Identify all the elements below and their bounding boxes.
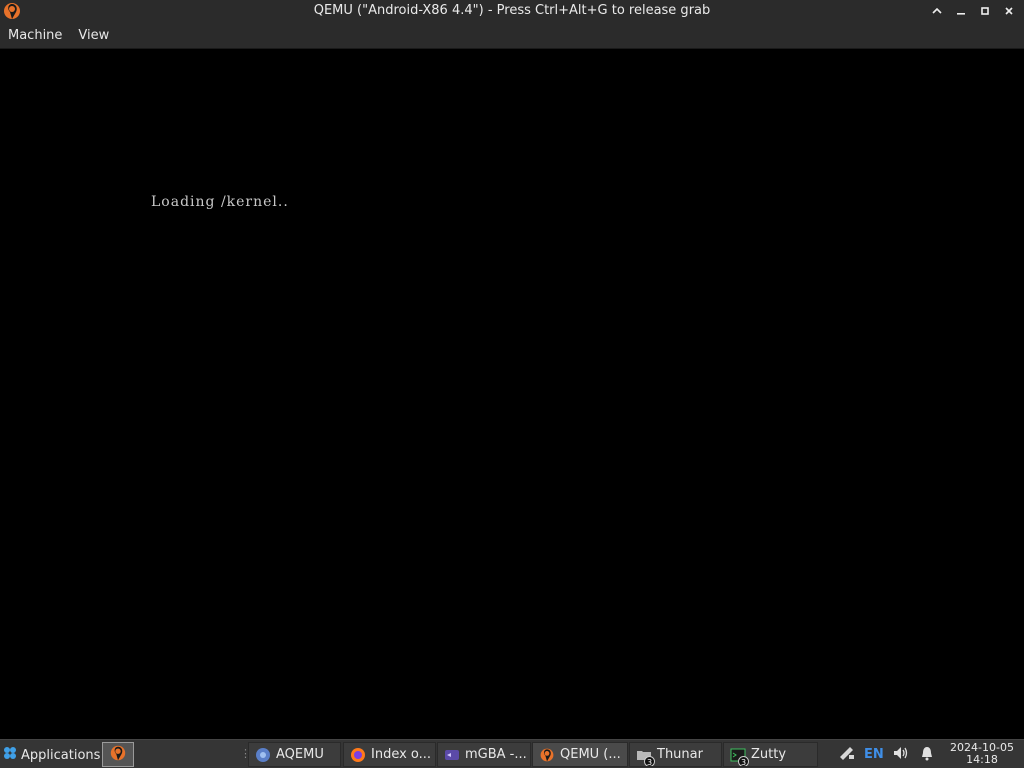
system-tray: EN: [836, 740, 935, 768]
menu-view[interactable]: View: [70, 22, 117, 49]
boot-message: Loading /kernel..: [151, 194, 289, 210]
taskbar: Applications ⋮ AQEMU Index o... mGBA -..…: [0, 739, 1024, 768]
window-count-badge: 3: [644, 755, 655, 766]
applications-menu-button[interactable]: Applications: [2, 744, 100, 766]
menu-machine[interactable]: Machine: [0, 22, 70, 49]
task-label: Thunar: [657, 747, 703, 762]
qemu-icon: [109, 744, 127, 766]
task-label: QEMU (...: [560, 747, 621, 762]
task-thunar[interactable]: 3 Thunar: [629, 742, 722, 767]
terminal-icon: 3: [730, 747, 749, 766]
qemu-launcher-button[interactable]: [102, 742, 134, 767]
clock[interactable]: 2024-10-05 14:18: [945, 742, 1019, 767]
firefox-icon: [350, 747, 366, 763]
task-label: Index o...: [371, 747, 432, 762]
applications-icon: [2, 745, 18, 765]
window-title: QEMU ("Android-X86 4.4") - Press Ctrl+Al…: [313, 3, 711, 18]
window-count-badge: 3: [738, 755, 749, 766]
chevron-up-icon[interactable]: [928, 2, 946, 20]
aqemu-icon: [255, 747, 271, 763]
notification-bell-icon[interactable]: [919, 745, 935, 765]
task-label: Zutty: [751, 747, 787, 762]
maximize-icon[interactable]: [976, 2, 994, 20]
network-icon[interactable]: [838, 744, 856, 766]
applications-label: Applications: [21, 747, 101, 763]
task-qemu[interactable]: QEMU (...: [532, 742, 628, 767]
window-titlebar[interactable]: QEMU ("Android-X86 4.4") - Press Ctrl+Al…: [0, 0, 1024, 22]
taskbar-separator-handle[interactable]: ⋮: [240, 746, 251, 762]
task-firefox[interactable]: Index o...: [343, 742, 436, 767]
keyboard-layout-indicator[interactable]: EN: [864, 747, 884, 762]
close-icon[interactable]: [1000, 2, 1018, 20]
menu-bar: Machine View: [0, 22, 1024, 49]
task-zutty[interactable]: 3 Zutty: [723, 742, 818, 767]
task-label: mGBA -...: [465, 747, 527, 762]
volume-icon[interactable]: [892, 744, 910, 766]
mgba-icon: [444, 747, 460, 763]
vm-display[interactable]: Loading /kernel..: [0, 49, 1024, 739]
qemu-icon: [539, 747, 555, 763]
task-mgba[interactable]: mGBA -...: [437, 742, 531, 767]
folder-icon: 3: [636, 747, 655, 766]
task-aqemu[interactable]: AQEMU: [248, 742, 341, 767]
clock-time: 14:18: [966, 753, 998, 766]
minimize-icon[interactable]: [952, 2, 970, 20]
task-label: AQEMU: [276, 747, 324, 762]
